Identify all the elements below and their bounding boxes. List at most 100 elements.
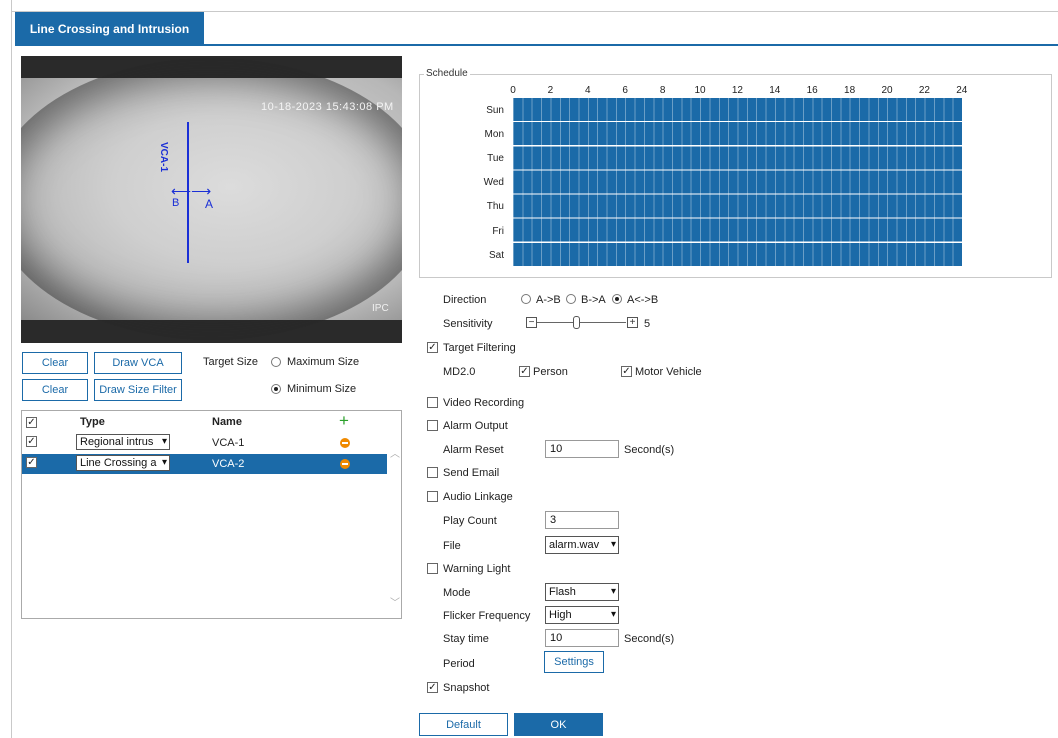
side-a-label: A [205,197,214,211]
sensitivity-track[interactable] [537,322,626,323]
alarm-output-label: Alarm Output [443,420,508,432]
schedule-hour-label: 12 [731,85,743,96]
row1-checkbox[interactable]: ✓ [26,436,37,447]
tab-line-crossing-intrusion[interactable]: Line Crossing and Intrusion [15,12,204,45]
person-checkbox[interactable]: ✓ [519,366,530,377]
target-filtering-checkbox[interactable]: ✓ [427,342,438,353]
mode-select-value: Flash [549,586,576,598]
type-column-header: Type [80,416,105,428]
audio-linkage-checkbox[interactable] [427,491,438,502]
send-email-checkbox[interactable] [427,467,438,478]
osd-timestamp: 10-18-2023 15:43:08 PM [261,101,394,113]
direction-a-to-b-label: A->B [536,294,561,306]
schedule-grid[interactable] [513,98,962,267]
row1-delete-icon[interactable] [340,438,350,448]
alarm-output-checkbox[interactable] [427,420,438,431]
maximum-size-label: Maximum Size [287,356,360,368]
draw-vca-button[interactable]: Draw VCA [94,352,182,374]
sensitivity-thumb[interactable] [573,316,580,329]
direction-both-label: A<->B [627,294,659,306]
maximum-size-radio[interactable] [271,357,281,367]
snapshot-label: Snapshot [443,682,490,694]
schedule-hour-label: 0 [510,85,516,96]
direction-b-to-a-radio[interactable] [566,294,576,304]
sensitivity-increase-button[interactable]: + [627,317,638,328]
direction-a-to-b-radio[interactable] [521,294,531,304]
draw-size-filter-button[interactable]: Draw Size Filter [94,379,182,401]
row2-type-select[interactable]: Line Crossing a ▾ [76,455,170,471]
schedule-hour-label: 18 [844,85,856,96]
chevron-down-icon: ▾ [161,457,167,468]
direction-label: Direction [443,294,487,306]
play-count-label: Play Count [443,515,497,527]
file-select-value: alarm.wav [549,539,600,551]
row2-delete-icon[interactable] [340,459,350,469]
schedule-hour-label: 14 [769,85,781,96]
stay-time-input[interactable]: 10 [545,629,619,647]
row1-name: VCA-1 [212,437,245,449]
person-label: Person [533,366,568,378]
minimum-size-radio[interactable] [271,384,281,394]
video-recording-checkbox[interactable] [427,397,438,408]
mode-label: Mode [443,587,471,599]
schedule-hour-label: 20 [881,85,893,96]
period-label: Period [443,658,475,670]
flicker-frequency-value: High [549,609,572,621]
row2-type-value: Line Crossing a [80,457,157,469]
direction-arrow-icon: ⟵⟶ [171,183,212,199]
stay-time-label: Stay time [443,633,489,645]
video-preview[interactable]: 10-18-2023 15:43:08 PM IPC VCA-1 ⟵⟶ B A [21,56,402,343]
mode-select[interactable]: Flash ▾ [545,583,619,601]
warning-light-checkbox[interactable] [427,563,438,574]
schedule-day-label: Mon [484,129,504,141]
target-filtering-label: Target Filtering [443,342,516,354]
warning-light-label: Warning Light [443,563,511,575]
add-icon[interactable]: + [339,411,349,431]
alarm-reset-input[interactable]: 10 [545,440,619,458]
sensitivity-decrease-button[interactable]: − [526,317,537,328]
play-count-input[interactable]: 3 [545,511,619,529]
direction-b-to-a-label: B->A [581,294,606,306]
chevron-down-icon: ▾ [610,609,616,620]
clear-size-button[interactable]: Clear [22,379,88,401]
name-column-header: Name [212,416,242,428]
send-email-label: Send Email [443,467,500,479]
schedule-hour-label: 24 [956,85,968,96]
schedule-hour-label: 6 [622,85,628,96]
target-size-label: Target Size [203,356,259,368]
schedule-day-label: Thu [486,201,504,213]
file-select[interactable]: alarm.wav ▾ [545,536,619,554]
select-all-checkbox[interactable]: ✓ [26,417,37,428]
chevron-down-icon: ▾ [610,586,616,597]
schedule-day-label: Tue [487,153,504,165]
clear-vca-button[interactable]: Clear [22,352,88,374]
vca-line-label: VCA-1 [158,142,169,173]
left-border [11,0,12,738]
side-b-label: B [172,197,180,209]
sensitivity-label: Sensitivity [443,318,493,330]
sensitivity-value: 5 [644,318,651,330]
motor-vehicle-checkbox[interactable]: ✓ [621,366,632,377]
scroll-down-icon[interactable]: ﹀ [390,594,400,609]
scroll-up-icon[interactable]: ︿ [390,445,400,460]
schedule-hour-label: 8 [659,85,666,96]
flicker-frequency-select[interactable]: High ▾ [545,606,619,624]
video-recording-label: Video Recording [443,397,525,409]
period-settings-button[interactable]: Settings [544,651,604,673]
ok-button[interactable]: OK [514,713,603,736]
schedule-hour-label: 22 [918,85,930,96]
snapshot-checkbox[interactable]: ✓ [427,682,438,693]
row2-checkbox[interactable]: ✓ [26,457,37,468]
row1-type-value: Regional intrus [80,436,154,448]
direction-both-radio[interactable] [612,294,622,304]
schedule-hour-label: 4 [585,85,591,96]
alarm-reset-label: Alarm Reset [443,444,504,456]
schedule-day-label: Wed [483,177,504,189]
schedule-day-label: Sat [488,249,504,261]
default-button[interactable]: Default [419,713,508,736]
stay-time-unit: Second(s) [624,633,675,645]
flicker-frequency-label: Flicker Frequency [443,610,531,622]
chevron-down-icon: ▾ [161,436,167,447]
file-label: File [443,540,461,552]
row1-type-select[interactable]: Regional intrus ▾ [76,434,170,450]
